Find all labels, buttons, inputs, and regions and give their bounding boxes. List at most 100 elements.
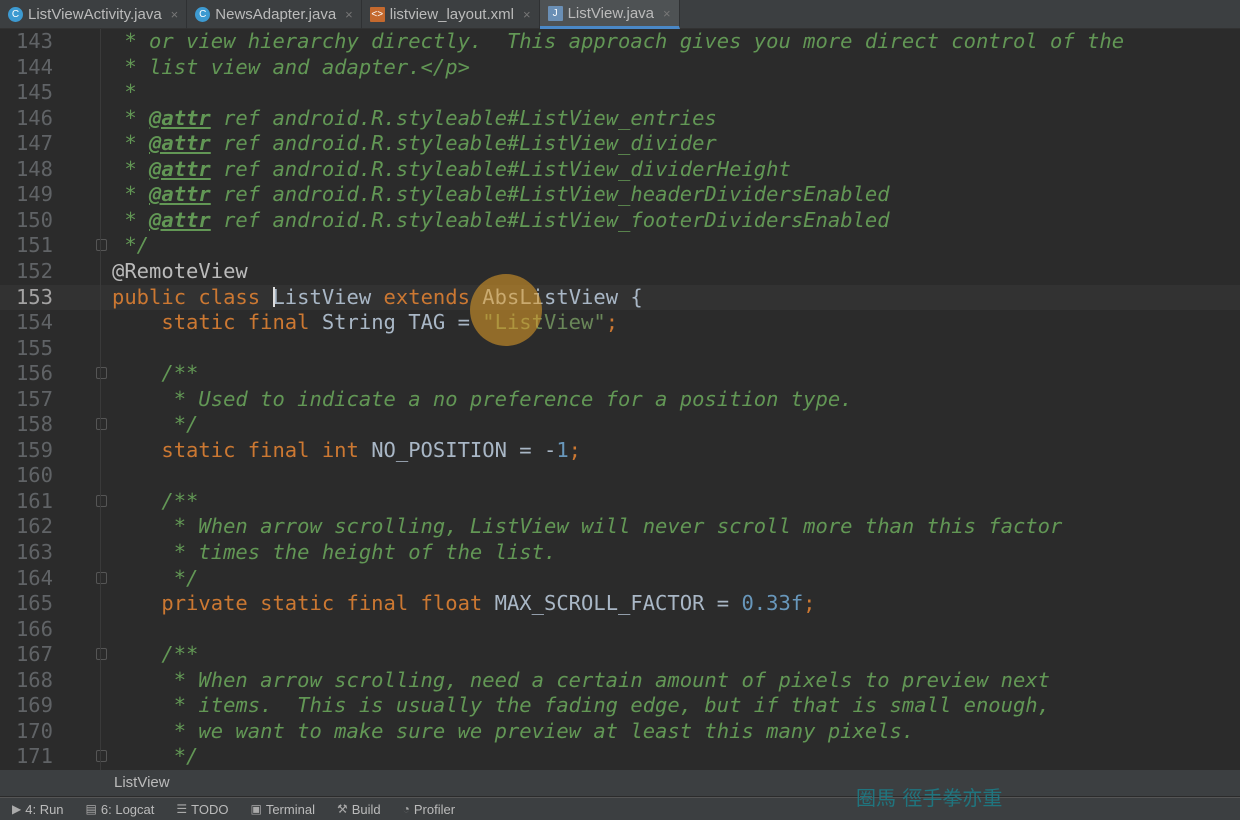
- line-number: 156: [15, 361, 53, 386]
- code-line[interactable]: 170 * we want to make sure we preview at…: [0, 719, 1240, 745]
- code-line[interactable]: 159 static final int NO_POSITION = -1;: [0, 438, 1240, 464]
- tab-label: listview_layout.xml: [389, 6, 514, 23]
- code-text: * @attr ref android.R.styleable#ListView…: [112, 105, 716, 132]
- code-line[interactable]: 153 public class ListView extends AbsList…: [0, 284, 1240, 310]
- code-token: *: [112, 105, 150, 130]
- code-line[interactable]: 146 * @attr ref android.R.styleable#List…: [0, 106, 1240, 132]
- line-number: 147: [15, 131, 53, 156]
- fold-marker-icon[interactable]: [96, 494, 107, 507]
- code-line[interactable]: 157 * Used to indicate a no preference f…: [0, 387, 1240, 413]
- run-button[interactable]: ▶ 4: Run: [12, 802, 64, 817]
- logcat-button[interactable]: ▤ 6: Logcat: [86, 802, 155, 817]
- fold-marker-icon[interactable]: [96, 750, 107, 763]
- line-number: 160: [15, 463, 53, 488]
- fold-marker-icon[interactable]: [96, 367, 107, 380]
- code-token: * Used to indicate a no preference for a…: [112, 386, 853, 411]
- code-text: * @attr ref android.R.styleable#ListView…: [112, 207, 889, 234]
- code-text: * times the height of the list.: [112, 540, 557, 566]
- code-token: @attr: [149, 182, 211, 207]
- code-token: @RemoteView: [112, 258, 248, 283]
- code-line[interactable]: 160: [0, 463, 1240, 489]
- code-text: */: [112, 412, 199, 438]
- code-token: ;: [568, 437, 582, 462]
- code-line[interactable]: 143 * or view hierarchy directly. This a…: [0, 29, 1240, 55]
- tab-newsadapter[interactable]: C NewsAdapter.java ×: [187, 0, 362, 29]
- code-line[interactable]: 169 * items. This is usually the fading …: [0, 693, 1240, 719]
- code-line[interactable]: 149 * @attr ref android.R.styleable#List…: [0, 182, 1240, 208]
- code-line[interactable]: 147 * @attr ref android.R.styleable#List…: [0, 131, 1240, 157]
- code-line[interactable]: 164 */: [0, 566, 1240, 592]
- fold-marker-icon[interactable]: [96, 571, 107, 584]
- close-icon[interactable]: ×: [171, 7, 179, 22]
- code-line[interactable]: 166: [0, 617, 1240, 643]
- code-line[interactable]: 162 * When arrow scrolling, ListView wil…: [0, 514, 1240, 540]
- code-text: * list view and adapter.</p>: [112, 55, 470, 81]
- code-token: * items. This is usually the fading edge…: [112, 693, 1050, 718]
- code-token: *: [112, 182, 150, 207]
- code-token: @attr: [149, 207, 211, 232]
- tab-listview-java[interactable]: J ListView.java ×: [539, 0, 680, 29]
- code-token: * When arrow scrolling, need a certain a…: [112, 667, 1050, 692]
- close-icon[interactable]: ×: [523, 7, 531, 22]
- code-token: *: [112, 80, 137, 105]
- code-token: */: [112, 233, 150, 258]
- code-text: static final int NO_POSITION = -1;: [112, 438, 581, 464]
- code-token: MAX_SCROLL_FACTOR =: [494, 591, 742, 616]
- code-token: static final int: [112, 437, 372, 462]
- code-line[interactable]: 156 /**: [0, 361, 1240, 387]
- todo-button[interactable]: ☰ TODO: [176, 802, 228, 817]
- code-line[interactable]: 145 *: [0, 80, 1240, 106]
- line-number: 154: [15, 310, 53, 335]
- build-label: Build: [351, 801, 381, 817]
- line-number: 148: [15, 156, 53, 181]
- line-number: 158: [15, 412, 53, 437]
- code-line[interactable]: 154 static final String TAG = "ListView"…: [0, 310, 1240, 336]
- code-token: * or view hierarchy directly. This appro…: [112, 29, 1125, 53]
- line-number: 167: [15, 642, 53, 667]
- code-token: ref android.R.styleable#ListView_headerD…: [210, 182, 890, 207]
- code-token: ;: [605, 310, 619, 335]
- code-line[interactable]: 144 * list view and adapter.</p>: [0, 55, 1240, 81]
- code-line[interactable]: 161 /**: [0, 489, 1240, 515]
- breadcrumb-item[interactable]: ListView: [114, 774, 170, 791]
- fold-marker-icon[interactable]: [96, 648, 107, 661]
- code-token: ref android.R.styleable#ListView_divider…: [210, 156, 791, 181]
- code-text: */: [112, 744, 199, 770]
- code-token: @attr: [149, 131, 211, 156]
- tool-window-bar: ▶ 4: Run ▤ 6: Logcat ☰ TODO ▣ Terminal ⚒ Buil…: [0, 797, 1240, 820]
- code-line[interactable]: 152 @RemoteView: [0, 259, 1240, 285]
- code-token: 1: [556, 437, 569, 462]
- code-line[interactable]: 165 private static final float MAX_SCROL…: [0, 591, 1240, 617]
- class-icon: C: [195, 7, 211, 22]
- code-editor[interactable]: 143 * or view hierarchy directly. This a…: [0, 29, 1240, 770]
- tab-listviewactivity[interactable]: C ListViewActivity.java ×: [0, 0, 188, 29]
- build-icon: ⚒: [336, 802, 348, 816]
- code-token: * we want to make sure we preview at lea…: [112, 718, 915, 743]
- code-line[interactable]: 167 /**: [0, 642, 1240, 668]
- code-line[interactable]: 158 */: [0, 412, 1240, 438]
- code-line[interactable]: 168 * When arrow scrolling, need a certa…: [0, 668, 1240, 694]
- code-line[interactable]: 151 */: [0, 233, 1240, 259]
- terminal-button[interactable]: ▣ Terminal: [250, 802, 314, 817]
- fold-marker-icon[interactable]: [96, 418, 107, 431]
- line-number: 146: [15, 105, 53, 130]
- code-line[interactable]: 163 * times the height of the list.: [0, 540, 1240, 566]
- class-icon: C: [8, 7, 23, 22]
- code-line[interactable]: 148 * @attr ref android.R.styleable#List…: [0, 157, 1240, 183]
- line-number: 166: [15, 616, 53, 641]
- profiler-button[interactable]: ◔ Profiler: [403, 802, 455, 817]
- code-line[interactable]: 150 * @attr ref android.R.styleable#List…: [0, 208, 1240, 234]
- code-text: * @attr ref android.R.styleable#ListView…: [112, 131, 716, 157]
- tab-label: ListViewActivity.java: [28, 6, 162, 23]
- line-number: 149: [15, 182, 53, 207]
- fold-marker-icon[interactable]: [96, 239, 107, 252]
- code-line[interactable]: 155: [0, 336, 1240, 362]
- build-button[interactable]: ⚒ Build: [337, 802, 381, 817]
- close-icon[interactable]: ×: [663, 6, 671, 21]
- breadcrumb[interactable]: ListView: [0, 770, 1240, 796]
- close-icon[interactable]: ×: [345, 7, 353, 22]
- code-line[interactable]: 171 */: [0, 744, 1240, 770]
- code-text: */: [112, 233, 149, 259]
- terminal-icon: ▣: [250, 802, 262, 816]
- tab-listview-layout[interactable]: <> listview_layout.xml ×: [362, 0, 540, 29]
